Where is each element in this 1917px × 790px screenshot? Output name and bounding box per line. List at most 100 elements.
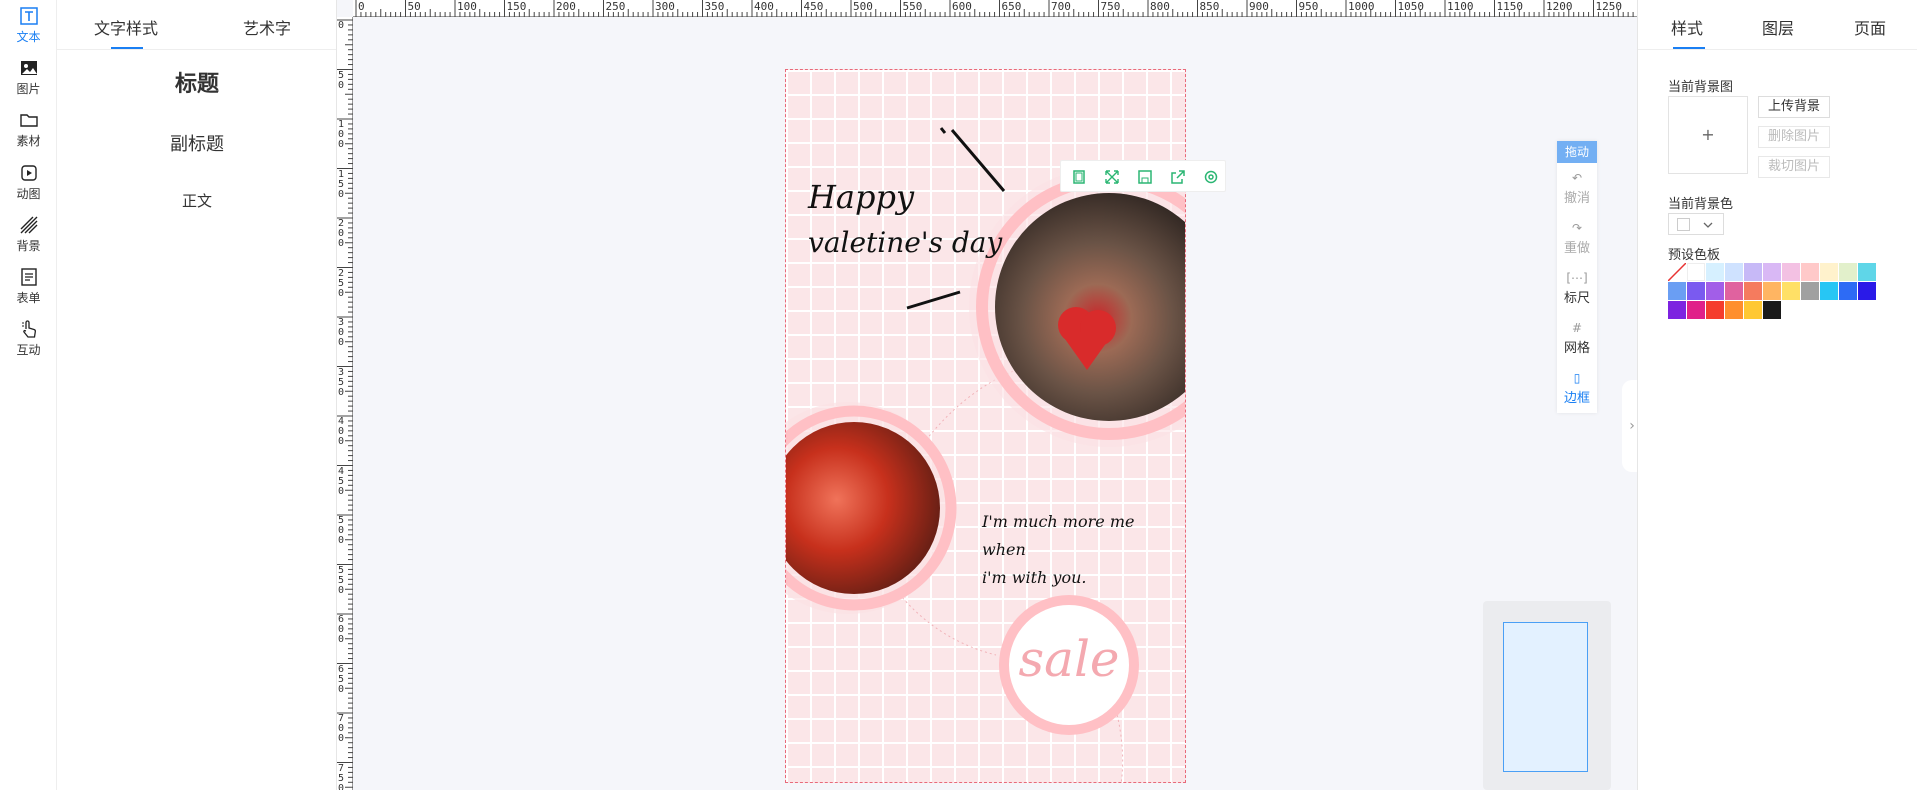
color-swatch[interactable] bbox=[1763, 263, 1781, 281]
preset-body[interactable]: 正文 bbox=[57, 190, 337, 211]
delete-image-button[interactable]: 删除图片 bbox=[1758, 126, 1830, 148]
color-swatch[interactable] bbox=[1744, 282, 1762, 300]
color-swatch[interactable] bbox=[1858, 282, 1876, 300]
ruler-number: 500 bbox=[338, 515, 345, 546]
save-icon[interactable] bbox=[1137, 169, 1153, 185]
deco-dashed-curve bbox=[1115, 709, 1124, 782]
ruler-number: 150 bbox=[506, 0, 527, 13]
ruler-number: 100 bbox=[338, 119, 345, 150]
rail-label: 文本 bbox=[16, 30, 41, 44]
color-swatch[interactable] bbox=[1706, 301, 1724, 319]
ruler-number: 350 bbox=[704, 0, 725, 13]
minimap[interactable] bbox=[1483, 601, 1611, 790]
color-swatch[interactable] bbox=[1668, 301, 1686, 319]
ruler-number: 250 bbox=[605, 0, 626, 13]
rail-item-material[interactable]: 素材 bbox=[0, 104, 57, 150]
color-swatch[interactable] bbox=[1706, 282, 1724, 300]
crop-image-button[interactable]: 裁切图片 bbox=[1758, 156, 1830, 178]
ruler-toggle[interactable]: [⋯] 标尺 bbox=[1557, 271, 1597, 306]
canvas-workspace[interactable]: 0 50 100 150 200 250 300 350 400 450 500 550 600 650 7… bbox=[337, 0, 1637, 790]
color-swatch[interactable] bbox=[1706, 263, 1724, 281]
ruler-number: 850 bbox=[1199, 0, 1220, 13]
ruler-number: 200 bbox=[338, 218, 345, 249]
color-swatch[interactable] bbox=[1858, 263, 1876, 281]
rail-item-background[interactable]: 背景 bbox=[0, 209, 57, 255]
deco-stroke bbox=[906, 290, 961, 310]
tab-style[interactable]: 样式 bbox=[1671, 15, 1703, 39]
color-swatch[interactable] bbox=[1744, 301, 1762, 319]
color-swatch[interactable] bbox=[1782, 282, 1800, 300]
rail-item-text[interactable]: 文本 bbox=[0, 0, 57, 46]
color-swatch[interactable] bbox=[1801, 263, 1819, 281]
rail-item-image[interactable]: 图片 bbox=[0, 52, 57, 98]
headline-line-1[interactable]: Happy bbox=[808, 178, 914, 216]
rail-item-form[interactable]: 表单 bbox=[0, 261, 57, 307]
ruler-left[interactable]: 0 50 100 150 200 250 300 350 400 450 500 550 600 650 7… bbox=[337, 17, 353, 790]
no-color-swatch[interactable] bbox=[1668, 263, 1686, 281]
color-swatch[interactable] bbox=[1687, 301, 1705, 319]
tab-art-text[interactable]: 艺术字 bbox=[243, 15, 291, 39]
rail-label: 互动 bbox=[16, 343, 41, 357]
share-icon[interactable] bbox=[1170, 169, 1186, 185]
text-panel-tabs: 文字样式 艺术字 bbox=[57, 0, 336, 50]
rail-label: 动图 bbox=[16, 187, 41, 201]
ruler-number: 700 bbox=[1051, 0, 1071, 13]
headline-line-2[interactable]: valetine's day bbox=[808, 226, 1002, 259]
color-swatch[interactable] bbox=[1839, 263, 1857, 281]
minimap-viewport[interactable] bbox=[1503, 622, 1588, 772]
undo-button[interactable]: ↶ 撤消 bbox=[1557, 171, 1597, 206]
ruler-number: 1150 bbox=[1496, 0, 1524, 13]
grid-toggle[interactable]: # 网格 bbox=[1557, 321, 1597, 356]
color-swatch[interactable] bbox=[1839, 282, 1857, 300]
color-swatch[interactable] bbox=[1782, 263, 1800, 281]
settings-icon[interactable] bbox=[1203, 169, 1219, 185]
color-swatch[interactable] bbox=[1820, 263, 1838, 281]
rail-item-interactive[interactable]: 互动 bbox=[0, 313, 57, 359]
collapse-right-panel-handle[interactable]: › bbox=[1622, 380, 1637, 472]
border-label: 边框 bbox=[1563, 391, 1590, 406]
tab-page[interactable]: 页面 bbox=[1854, 15, 1886, 39]
grid-icon: # bbox=[1571, 321, 1583, 335]
tab-text-style[interactable]: 文字样式 bbox=[94, 15, 158, 39]
border-toggle[interactable]: ▯ 边框 bbox=[1557, 371, 1597, 406]
ruler-number: 400 bbox=[338, 416, 345, 447]
ruler-number: 700 bbox=[338, 713, 345, 744]
drag-button[interactable]: 拖动 bbox=[1557, 141, 1597, 163]
bg-color-picker[interactable] bbox=[1668, 213, 1724, 235]
color-swatch[interactable] bbox=[1725, 301, 1743, 319]
expand-icon[interactable] bbox=[1104, 169, 1120, 185]
color-swatch[interactable] bbox=[1801, 282, 1819, 300]
color-swatch[interactable] bbox=[1763, 282, 1781, 300]
ruler-number: 650 bbox=[1001, 0, 1022, 13]
preset-title[interactable]: 标题 bbox=[57, 66, 337, 98]
color-swatch[interactable] bbox=[1820, 282, 1838, 300]
ruler-number: 300 bbox=[338, 317, 345, 348]
border-icon: ▯ bbox=[1573, 371, 1581, 385]
color-swatch[interactable] bbox=[1763, 301, 1781, 319]
color-swatch[interactable] bbox=[1687, 282, 1705, 300]
redo-button[interactable]: ↷ 重做 bbox=[1557, 221, 1597, 256]
ruler-number: 50 bbox=[338, 69, 345, 91]
upload-bg-button[interactable]: 上传背景 bbox=[1758, 96, 1830, 118]
color-swatch[interactable] bbox=[1744, 263, 1762, 281]
copy-icon[interactable] bbox=[1071, 169, 1087, 185]
rail-label: 背景 bbox=[16, 239, 41, 253]
quote-text[interactable]: I'm much more me when i'm with you. bbox=[982, 508, 1134, 592]
color-swatch[interactable] bbox=[1687, 263, 1705, 281]
ruler-top[interactable]: 0 50 100 150 200 250 300 350 400 450 500 550 600 650 7… bbox=[353, 0, 1637, 17]
rail-label: 图片 bbox=[16, 82, 41, 96]
hand-pointer-icon bbox=[21, 320, 36, 338]
color-swatch[interactable] bbox=[1725, 263, 1743, 281]
current-bg-color-label: 当前背景色 bbox=[1668, 197, 1734, 212]
bg-image-slot[interactable]: + bbox=[1668, 96, 1748, 174]
text-icon bbox=[19, 7, 38, 25]
sale-badge-text[interactable]: sale bbox=[999, 630, 1139, 688]
ruler-number: 750 bbox=[1100, 0, 1121, 13]
preset-palette-label: 预设色板 bbox=[1668, 248, 1721, 263]
tab-layers[interactable]: 图层 bbox=[1762, 15, 1794, 39]
color-swatch[interactable] bbox=[1725, 282, 1743, 300]
color-swatch[interactable] bbox=[1668, 282, 1686, 300]
rail-item-animation[interactable]: 动图 bbox=[0, 157, 57, 203]
tab-underline bbox=[111, 47, 143, 49]
preset-subtitle[interactable]: 副标题 bbox=[57, 130, 337, 156]
